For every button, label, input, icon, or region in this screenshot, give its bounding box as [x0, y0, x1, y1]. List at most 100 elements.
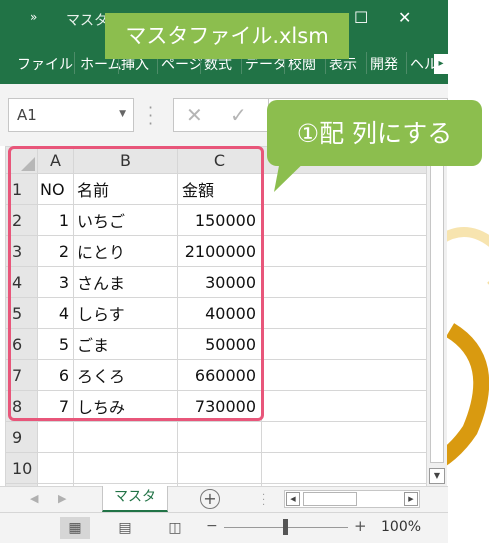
cancel-icon[interactable]: ✕	[186, 103, 203, 127]
cell[interactable]	[261, 359, 428, 391]
cell[interactable]: 1	[37, 204, 74, 236]
vertical-scroll-thumb[interactable]	[430, 158, 444, 463]
cell[interactable]: NO	[37, 173, 74, 205]
add-sheet-button[interactable]: +	[200, 489, 220, 509]
zoom-level[interactable]: 100%	[381, 519, 421, 535]
normal-view-icon[interactable]: ▦	[60, 517, 90, 539]
sheet-tab-bar: ◀ ▶ マスタ + · · · ◀ ▶	[0, 486, 448, 513]
cell[interactable]	[37, 421, 74, 453]
table-row: 7 6 ろくろ 660000	[5, 359, 428, 391]
status-bar: ▦ ▤ ◫ − + 100%	[0, 512, 448, 543]
row-header[interactable]: 7	[5, 359, 38, 391]
row-header[interactable]: 4	[5, 266, 38, 298]
table-row: 5 4 しらす 40000	[5, 297, 428, 329]
scroll-left-icon[interactable]: ◀	[286, 492, 300, 506]
cell[interactable]: いちご	[73, 204, 178, 236]
cell[interactable]	[261, 204, 428, 236]
ribbon-scroll-right-icon[interactable]: ▸	[434, 54, 448, 74]
horizontal-scrollbar[interactable]: ◀ ▶	[284, 490, 420, 508]
table-row: 3 2 にとり 2100000	[5, 235, 428, 267]
column-header-a[interactable]: A	[37, 146, 74, 174]
cell[interactable]: 6	[37, 359, 74, 391]
tab-file[interactable]: ファイル	[17, 54, 73, 74]
tab-help[interactable]: ヘルプ	[410, 54, 434, 74]
column-header-c[interactable]: C	[177, 146, 262, 174]
column-header-b[interactable]: B	[73, 146, 178, 174]
zoom-in-button[interactable]: +	[354, 517, 367, 535]
row-header[interactable]: 6	[5, 328, 38, 360]
cell[interactable]	[261, 390, 428, 422]
cell[interactable]: しちみ	[73, 390, 178, 422]
tab-developer[interactable]: 開発	[370, 54, 398, 74]
cell[interactable]: ろくろ	[73, 359, 178, 391]
cell[interactable]	[261, 297, 428, 329]
cell[interactable]: 660000	[177, 359, 262, 391]
row-header[interactable]: 2	[5, 204, 38, 236]
cell[interactable]	[261, 328, 428, 360]
cell[interactable]: 30000	[177, 266, 262, 298]
scroll-right-icon[interactable]: ▶	[404, 492, 418, 506]
sheet-prev-icon[interactable]: ◀	[30, 492, 38, 505]
row-header[interactable]: 1	[5, 173, 38, 205]
table-row: 1 NO 名前 金額	[5, 173, 428, 205]
cell[interactable]: 150000	[177, 204, 262, 236]
table-row: 4 3 さんま 30000	[5, 266, 428, 298]
cell[interactable]	[261, 452, 428, 484]
cell[interactable]: 2	[37, 235, 74, 267]
cell[interactable]	[73, 421, 178, 453]
cell[interactable]: 50000	[177, 328, 262, 360]
cell[interactable]	[177, 421, 262, 453]
page-layout-view-icon[interactable]: ▤	[110, 517, 140, 539]
horizontal-scroll-thumb[interactable]	[303, 492, 357, 506]
formula-buttons: ✕ ✓	[173, 98, 269, 132]
tab-separator	[74, 52, 75, 74]
tab-separator	[406, 52, 407, 74]
cell[interactable]	[261, 421, 428, 453]
cell[interactable]	[177, 452, 262, 484]
cell[interactable]: さんま	[73, 266, 178, 298]
zoom-out-button[interactable]: −	[206, 518, 218, 534]
row-header[interactable]: 9	[5, 421, 38, 453]
cell[interactable]: 2100000	[177, 235, 262, 267]
scroll-down-icon[interactable]: ▼	[429, 468, 445, 484]
cell[interactable]	[37, 452, 74, 484]
formula-bar-grip-icon[interactable]: · · ·	[148, 100, 153, 132]
callout-pointer	[274, 150, 317, 192]
callout-text: ①配 列にする	[296, 119, 453, 148]
restore-button[interactable]: ☐	[354, 8, 368, 27]
enter-icon[interactable]: ✓	[230, 103, 247, 127]
page-break-view-icon[interactable]: ◫	[160, 517, 190, 539]
table-row: 8 7 しちみ 730000	[5, 390, 428, 422]
cell[interactable]: 3	[37, 266, 74, 298]
close-button[interactable]: ✕	[398, 8, 411, 27]
cell[interactable]	[261, 266, 428, 298]
sheet-next-icon[interactable]: ▶	[58, 492, 66, 505]
cell[interactable]: 7	[37, 390, 74, 422]
cell[interactable]	[73, 452, 178, 484]
row-header[interactable]: 10	[5, 452, 38, 484]
cell[interactable]: しらす	[73, 297, 178, 329]
vertical-scrollbar[interactable]: ▼	[426, 146, 447, 486]
quick-access-menu-icon[interactable]: »	[30, 10, 38, 24]
chevron-down-icon[interactable]: ▼	[119, 109, 126, 119]
cell[interactable]: 名前	[73, 173, 178, 205]
row-header[interactable]: 8	[5, 390, 38, 422]
cell[interactable]: ごま	[73, 328, 178, 360]
cell[interactable]: 金額	[177, 173, 262, 205]
table-row: 9	[5, 421, 428, 453]
row-header[interactable]: 3	[5, 235, 38, 267]
tab-separator	[366, 52, 367, 74]
cell[interactable]: 4	[37, 297, 74, 329]
cell[interactable]: 40000	[177, 297, 262, 329]
name-box[interactable]: A1 ▼	[8, 98, 134, 132]
zoom-slider-thumb[interactable]	[283, 519, 288, 535]
splitter-grip-icon[interactable]: · · ·	[262, 491, 265, 511]
cell[interactable]: 730000	[177, 390, 262, 422]
sheet-tab-master[interactable]: マスタ	[102, 486, 168, 512]
cell[interactable]: 5	[37, 328, 74, 360]
cell[interactable]	[261, 235, 428, 267]
select-all-corner[interactable]	[5, 146, 38, 174]
table-row: 2 1 いちご 150000	[5, 204, 428, 236]
row-header[interactable]: 5	[5, 297, 38, 329]
cell[interactable]: にとり	[73, 235, 178, 267]
